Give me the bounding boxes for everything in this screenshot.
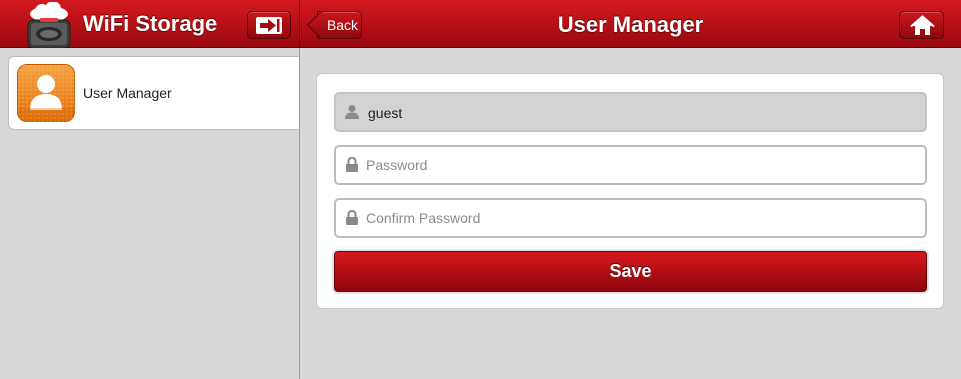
password-input[interactable]: [366, 147, 916, 183]
username-value: guest: [368, 105, 403, 121]
app-title: WiFi Storage: [83, 11, 218, 36]
user-icon: [17, 64, 75, 122]
back-button-label: Back: [326, 17, 359, 33]
save-button[interactable]: Save: [334, 251, 927, 292]
confirm-password-field[interactable]: [334, 198, 927, 238]
home-icon: [910, 15, 935, 35]
home-button[interactable]: [899, 11, 944, 39]
lock-icon: [346, 210, 358, 225]
logout-icon: [256, 17, 282, 34]
confirm-password-input[interactable]: [366, 200, 916, 236]
sidebar-item-user-manager[interactable]: User Manager: [8, 56, 299, 130]
sidebar-item-label: User Manager: [83, 85, 172, 101]
username-field: guest: [334, 92, 927, 132]
lock-icon: [346, 157, 358, 172]
wifi-storage-logo-icon: [22, 1, 76, 49]
logout-button[interactable]: [247, 11, 291, 39]
person-icon: [345, 105, 359, 119]
user-form-panel: guest Save: [316, 73, 944, 309]
password-field[interactable]: [334, 145, 927, 185]
top-bar: WiFi Storage Back User Manager: [0, 0, 961, 49]
sidebar: User Manager: [0, 48, 300, 379]
page-title: User Manager: [557, 12, 704, 37]
